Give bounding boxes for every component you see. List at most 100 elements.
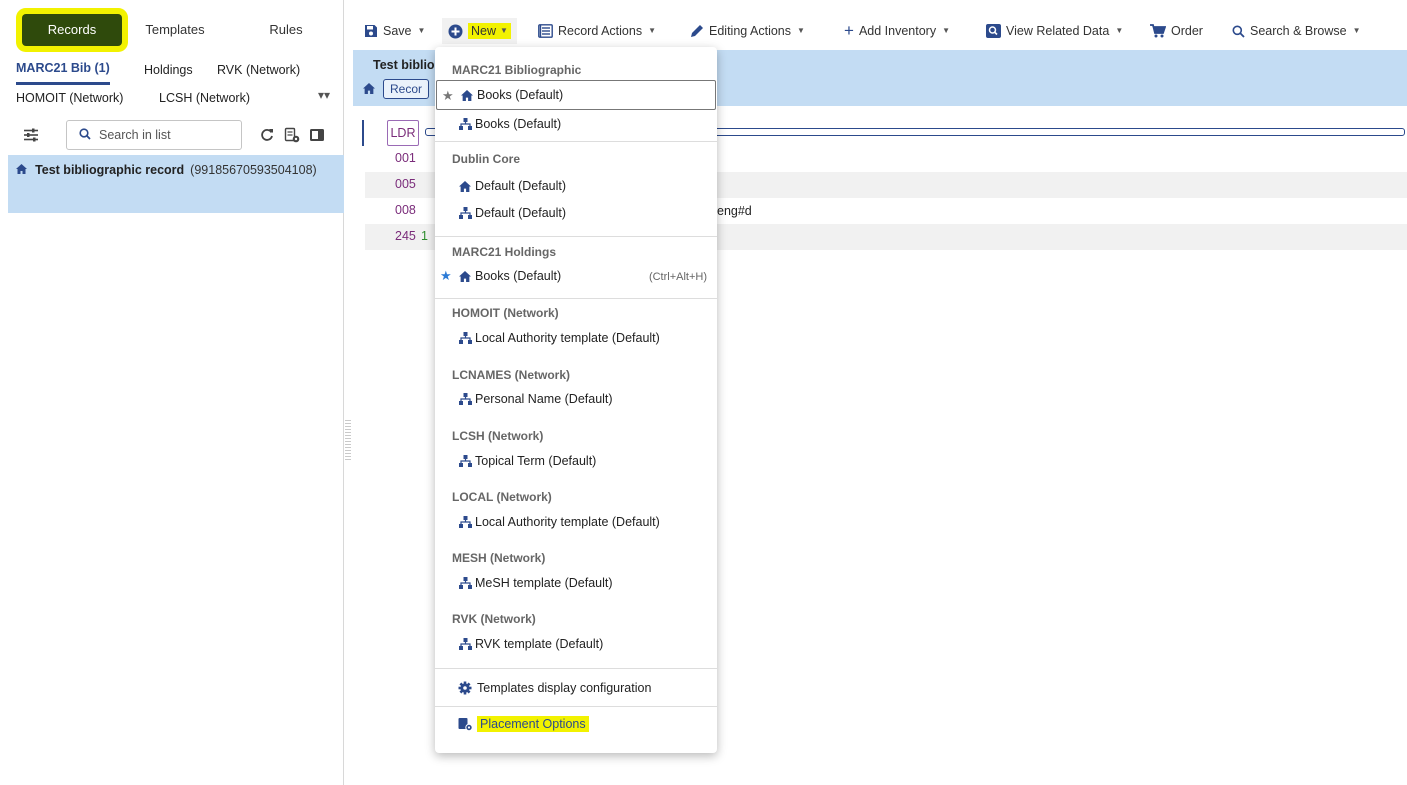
menu-item-label: Books (Default): [477, 88, 564, 102]
menu-section-lcnames-network: LCNAMES (Network): [452, 368, 571, 382]
menu-item-label: Personal Name (Default): [475, 392, 613, 406]
menu-item-marc21-holdings-books[interactable]: ★ Books (Default) (Ctrl+Alt+H): [435, 261, 717, 291]
save-label: Save: [383, 24, 412, 38]
network-icon: [457, 207, 473, 219]
new-button[interactable]: New ▼: [442, 18, 517, 44]
subtab-homoit-network[interactable]: HOMOIT (Network): [16, 88, 123, 108]
marc-indicator[interactable]: 1: [421, 229, 428, 243]
new-label: New: [471, 24, 497, 38]
menu-item-label: RVK template (Default): [475, 637, 604, 651]
menu-item-label: Topical Term (Default): [475, 454, 597, 468]
menu-item-label: MeSH template (Default): [475, 576, 613, 590]
home-icon: [457, 270, 473, 282]
record-type-chip[interactable]: Recor: [383, 79, 430, 99]
search-browse-label: Search & Browse: [1250, 24, 1347, 38]
record-settings-icon[interactable]: [281, 124, 303, 146]
network-icon: [457, 577, 473, 589]
order-button[interactable]: Order: [1150, 20, 1203, 42]
tab-templates[interactable]: Templates: [136, 14, 214, 46]
menu-item-marc21-bib-books-network[interactable]: Books (Default): [435, 109, 717, 139]
menu-item-label: Templates display configuration: [477, 681, 652, 695]
menu-divider: [435, 236, 717, 237]
list-item[interactable]: Test bibliographic record (99185670593504…: [8, 155, 344, 213]
menu-item-local-authority[interactable]: Local Authority template (Default): [435, 507, 717, 537]
menu-item-templates-display-configuration[interactable]: Templates display configuration: [435, 673, 717, 703]
tab-rules[interactable]: Rules: [258, 14, 314, 46]
tab-records[interactable]: Records: [22, 14, 122, 46]
save-button[interactable]: Save ▼: [364, 20, 425, 42]
home-icon: [457, 180, 473, 192]
subtab-rvk-network[interactable]: RVK (Network): [217, 60, 300, 80]
list-item-id: (99185670593504108): [190, 163, 317, 177]
pencil-icon: [690, 24, 704, 38]
search-box-icon: [986, 24, 1001, 38]
marc-tag[interactable]: 245: [395, 229, 416, 243]
menu-divider: [435, 298, 717, 299]
menu-item-label: Local Authority template (Default): [475, 515, 660, 529]
menu-item-label: Default (Default): [475, 179, 567, 193]
plus-icon: +: [844, 21, 854, 40]
search-icon: [79, 127, 91, 143]
menu-item-label: Books (Default): [475, 269, 562, 283]
menu-item-rvk-template[interactable]: RVK template (Default): [435, 629, 717, 659]
marc-tag[interactable]: 005: [395, 177, 416, 191]
record-type-tabs: MARC21 Bib (1) Holdings RVK (Network) HO…: [16, 58, 336, 110]
record-actions-button[interactable]: Record Actions ▼: [538, 20, 656, 42]
list-document-icon: [538, 24, 553, 38]
menu-divider: [435, 668, 717, 669]
network-icon: [457, 516, 473, 528]
gear-icon: [457, 681, 473, 695]
refresh-icon[interactable]: [256, 124, 278, 146]
home-icon: [363, 82, 375, 97]
subtab-marc21-bib[interactable]: MARC21 Bib (1): [16, 58, 110, 85]
search-in-list-box[interactable]: [66, 120, 242, 150]
menu-item-homoit-local-authority[interactable]: Local Authority template (Default): [435, 323, 717, 353]
network-icon: [457, 638, 473, 650]
menu-item-dublin-core-default-local[interactable]: Default (Default): [435, 171, 717, 201]
home-icon: [16, 164, 30, 177]
star-icon[interactable]: ★: [442, 88, 454, 104]
add-inventory-label: Add Inventory: [858, 24, 937, 38]
filter-sliders-icon[interactable]: [20, 124, 42, 146]
menu-item-dublin-core-default-network[interactable]: Default (Default): [435, 198, 717, 228]
add-inventory-button[interactable]: + Add Inventory ▼: [844, 20, 950, 42]
menu-section-mesh-network: MESH (Network): [452, 551, 546, 565]
menu-section-local-network: LOCAL (Network): [452, 490, 552, 504]
editing-actions-button[interactable]: Editing Actions ▼: [690, 20, 805, 42]
home-icon: [459, 89, 475, 101]
star-icon[interactable]: ★: [440, 268, 452, 284]
new-dropdown-menu: MARC21 Bibliographic ★ Books (Default) B…: [435, 47, 717, 753]
double-chevron-down-icon[interactable]: ▾▾: [318, 88, 330, 102]
menu-item-mesh-template[interactable]: MeSH template (Default): [435, 568, 717, 598]
record-settings-icon: [457, 717, 473, 731]
row-focus-indicator: [362, 120, 364, 146]
field-008-value[interactable]: eng#d: [717, 204, 752, 218]
keyboard-shortcut: (Ctrl+Alt+H): [648, 271, 707, 283]
menu-item-lcsh-topical-term[interactable]: Topical Term (Default): [435, 446, 717, 476]
split-view-icon[interactable]: [306, 124, 328, 146]
list-toolbar: [8, 120, 344, 150]
marc-tag[interactable]: 001: [395, 151, 416, 165]
network-icon: [457, 118, 473, 130]
menu-item-lcnames-personal-name[interactable]: Personal Name (Default): [435, 384, 717, 414]
record-title: Test biblio: [373, 58, 435, 72]
list-item-title: Test bibliographic record: [35, 163, 185, 177]
floppy-disk-icon: [364, 24, 378, 38]
menu-item-label: Placement Options: [477, 716, 589, 732]
panel-splitter-handle[interactable]: [345, 420, 351, 460]
menu-divider: [435, 141, 717, 142]
menu-section-dublin-core: Dublin Core: [452, 152, 520, 166]
search-browse-button[interactable]: Search & Browse ▼: [1232, 20, 1361, 42]
subtab-lcsh-network[interactable]: LCSH (Network): [159, 88, 250, 108]
network-icon: [457, 393, 473, 405]
network-icon: [457, 332, 473, 344]
menu-item-placement-options[interactable]: Placement Options: [435, 709, 717, 739]
subtab-holdings[interactable]: Holdings: [144, 60, 193, 80]
menu-item-marc21-bib-books-local[interactable]: ★ Books (Default): [436, 80, 716, 110]
marc-tag[interactable]: LDR: [387, 120, 419, 146]
marc-tag[interactable]: 008: [395, 203, 416, 217]
view-related-data-button[interactable]: View Related Data ▼: [986, 20, 1123, 42]
search-in-list-input[interactable]: [99, 128, 229, 142]
editing-actions-label: Editing Actions: [709, 24, 791, 38]
menu-item-label: Local Authority template (Default): [475, 331, 660, 345]
